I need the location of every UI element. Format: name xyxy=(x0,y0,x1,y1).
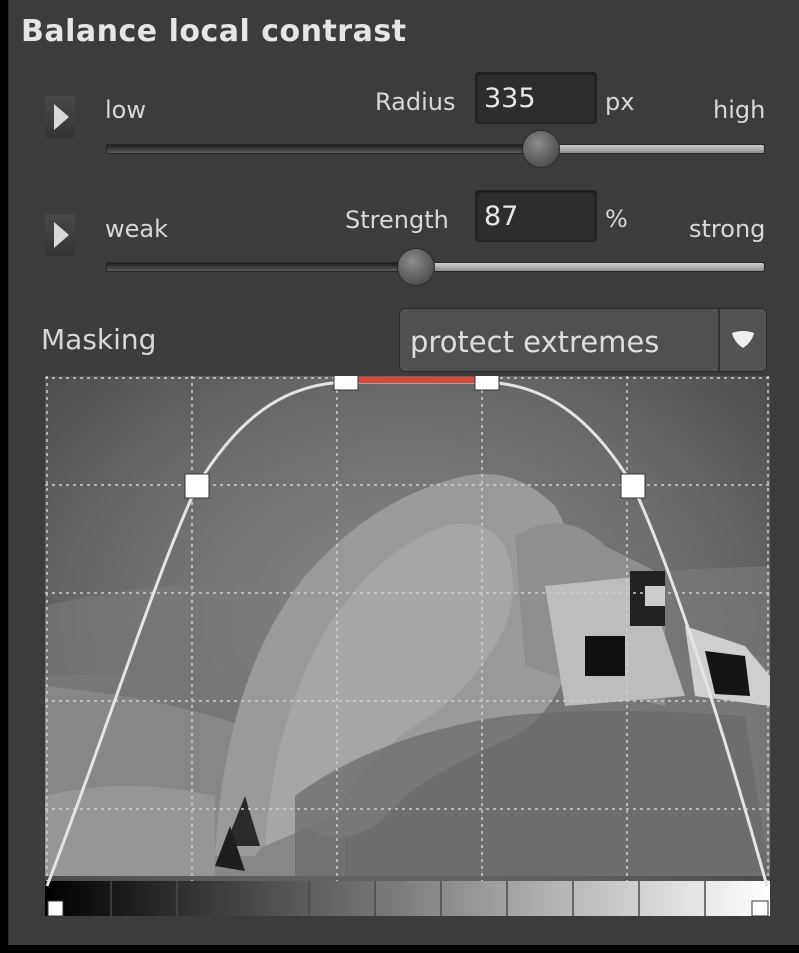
curve-control-point[interactable] xyxy=(620,473,646,499)
curve-control-point[interactable] xyxy=(474,376,500,391)
preview-image xyxy=(45,376,770,916)
radius-min-label: low xyxy=(105,96,146,124)
chevron-down-icon xyxy=(732,331,754,348)
strength-max-label: strong xyxy=(689,215,766,243)
curve-control-point[interactable] xyxy=(184,473,210,499)
curve-control-point[interactable] xyxy=(333,376,359,391)
strength-min-label: weak xyxy=(105,215,168,243)
radius-label: Radius xyxy=(375,88,456,116)
mask-curve-editor[interactable] xyxy=(45,376,770,916)
radius-unit: px xyxy=(605,88,635,116)
strength-slider-knob[interactable] xyxy=(396,248,435,286)
strength-unit: % xyxy=(605,205,628,233)
strength-slider-fill xyxy=(415,263,764,271)
strength-label: Strength xyxy=(345,206,449,234)
masking-selected-value: protect extremes xyxy=(410,325,660,359)
radius-max-label: high xyxy=(713,96,766,124)
strength-slider[interactable] xyxy=(106,262,765,272)
panel-title: Balance local contrast xyxy=(21,14,407,49)
strength-expand-button[interactable] xyxy=(45,214,75,256)
triangle-right-icon xyxy=(54,222,69,248)
masking-dropdown[interactable]: protect extremes xyxy=(399,308,767,372)
radius-slider-knob[interactable] xyxy=(521,130,560,168)
mask-curve-graph[interactable] xyxy=(45,376,770,916)
balance-local-contrast-panel: Balance local contrast low Radius 335 px… xyxy=(8,0,799,945)
strength-input[interactable]: 87 xyxy=(475,190,597,242)
tonal-strip xyxy=(45,881,770,916)
radius-slider[interactable] xyxy=(106,144,765,154)
dropdown-button[interactable] xyxy=(718,309,766,371)
triangle-right-icon xyxy=(54,104,69,130)
radius-slider-fill xyxy=(540,145,764,153)
radius-expand-button[interactable] xyxy=(45,96,75,138)
masking-label: Masking xyxy=(41,323,157,356)
radius-input[interactable]: 335 xyxy=(475,72,597,124)
curve-control-point[interactable] xyxy=(47,900,64,916)
curve-control-point[interactable] xyxy=(751,900,769,916)
